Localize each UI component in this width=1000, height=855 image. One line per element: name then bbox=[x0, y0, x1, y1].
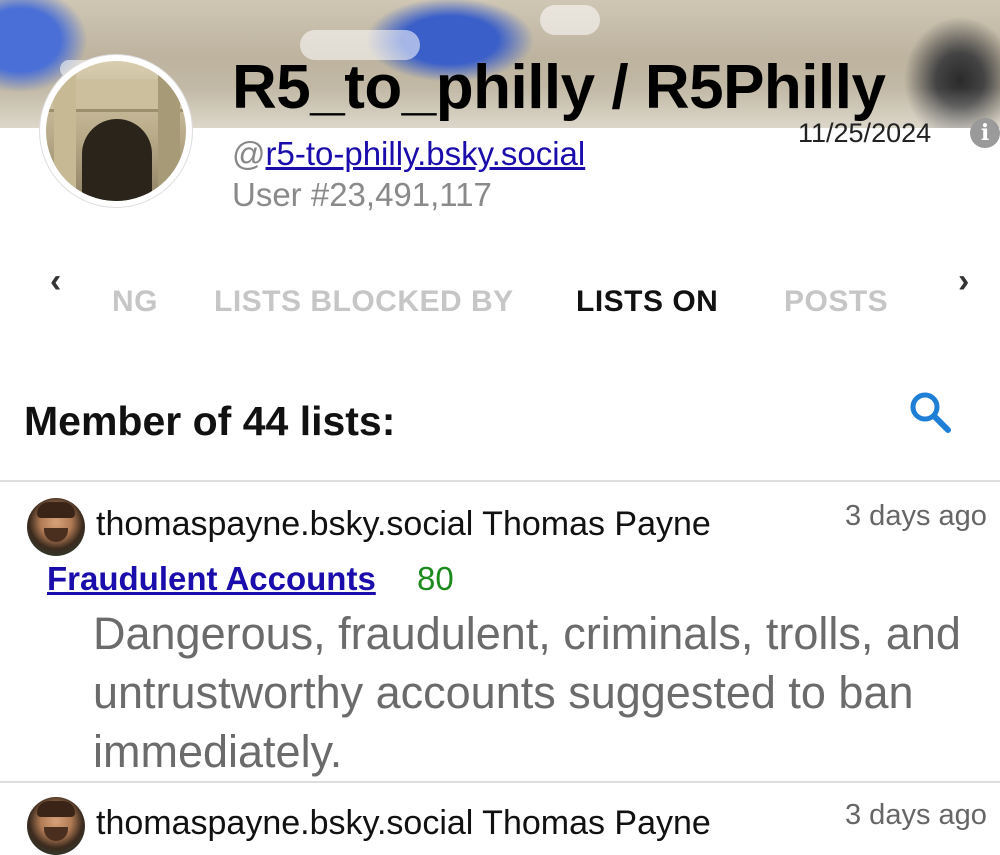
profile-avatar[interactable] bbox=[40, 55, 192, 207]
owner-avatar[interactable] bbox=[27, 498, 85, 556]
owner-avatar[interactable] bbox=[27, 797, 85, 855]
user-number: User #23,491,117 bbox=[232, 176, 492, 213]
divider bbox=[0, 781, 1000, 783]
list-time: 3 days ago bbox=[845, 500, 987, 532]
list-description: Dangerous, fraudulent, criminals, trolls… bbox=[93, 608, 961, 777]
list-owner[interactable]: thomaspayne.bsky.social Thomas Payne bbox=[96, 804, 711, 843]
tabs-next-arrow[interactable]: › bbox=[958, 262, 969, 301]
tab-lists-blocked-by[interactable]: LISTS BLOCKED BY bbox=[214, 285, 514, 319]
lists-heading: Member of 44 lists: bbox=[24, 398, 396, 444]
handle-prefix: @ bbox=[232, 135, 266, 172]
list-member-count: 80 bbox=[417, 560, 454, 597]
tab-posts[interactable]: POSTS bbox=[784, 285, 888, 319]
tab-ng[interactable]: NG bbox=[112, 285, 158, 319]
tab-lists-on[interactable]: LISTS ON bbox=[576, 285, 718, 319]
profile-handle: @r5-to-philly.bsky.social bbox=[232, 135, 585, 173]
info-icon[interactable]: i bbox=[970, 118, 1000, 148]
display-name: R5_to_philly / R5Philly bbox=[232, 53, 886, 122]
joined-date: 11/25/2024 bbox=[798, 118, 932, 148]
search-icon[interactable] bbox=[906, 388, 954, 436]
tabs-prev-arrow[interactable]: ‹ bbox=[50, 262, 61, 301]
handle-link[interactable]: r5-to-philly.bsky.social bbox=[266, 135, 586, 172]
list-owner[interactable]: thomaspayne.bsky.social Thomas Payne bbox=[96, 505, 711, 544]
divider bbox=[0, 480, 1000, 482]
list-name-link[interactable]: Fraudulent Accounts bbox=[47, 560, 376, 598]
list-time: 3 days ago bbox=[845, 799, 987, 831]
